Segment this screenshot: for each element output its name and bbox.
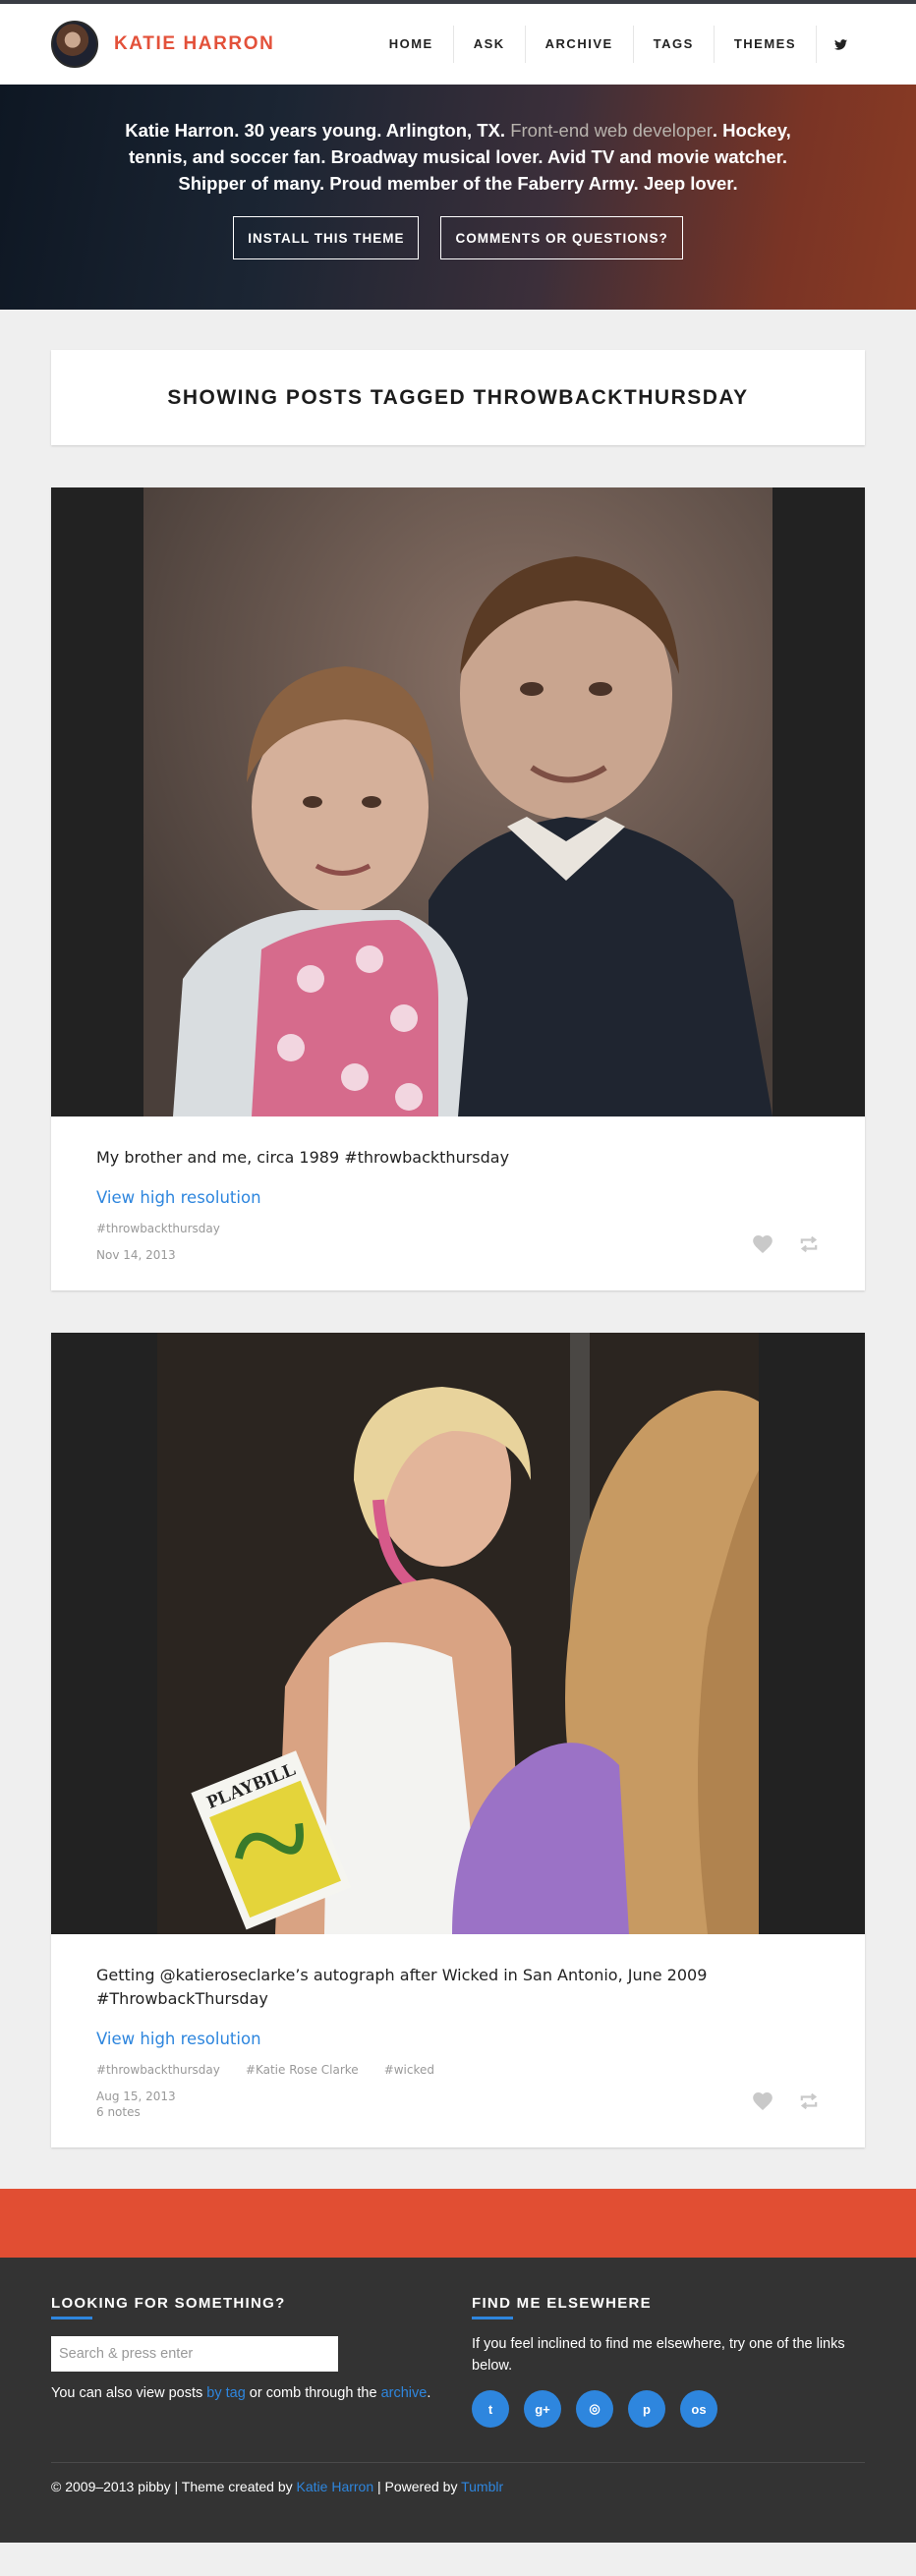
tumblr-link[interactable]: Tumblr: [461, 2479, 503, 2494]
reblog-icon: [800, 2092, 818, 2110]
nav-archive[interactable]: ARCHIVE: [524, 26, 633, 63]
tag-header-card: SHOWING POSTS TAGGED THROWBACKTHURSDAY: [51, 350, 865, 445]
nav-home[interactable]: HOME: [370, 26, 453, 63]
twitter-icon[interactable]: t: [472, 2390, 509, 2428]
search-text-1: You can also view posts: [51, 2385, 207, 2401]
footer-divider: [51, 2462, 865, 2463]
nav-ask[interactable]: ASK: [452, 26, 525, 63]
google-plus-icon[interactable]: g+: [524, 2390, 561, 2428]
page-title: SHOWING POSTS TAGGED THROWBACKTHURSDAY: [167, 385, 749, 409]
theme-author-link[interactable]: Katie Harron: [297, 2479, 374, 2494]
comments-button[interactable]: COMMENTS OR QUESTIONS?: [440, 216, 683, 259]
post-date[interactable]: Aug 15, 2013: [96, 2089, 176, 2103]
main-nav: HOME ASK ARCHIVE TAGS THEMES: [370, 4, 865, 85]
hero-banner: Katie Harron. 30 years young. Arlington,…: [0, 85, 916, 310]
post-1: My brother and me, circa 1989 #throwback…: [51, 487, 865, 1290]
site-footer: LOOKING FOR SOMETHING? You can also view…: [0, 2258, 916, 2543]
heading-underline: [472, 2317, 513, 2319]
brand[interactable]: KATIE HARRON: [51, 21, 274, 68]
elsewhere-text: If you feel inclined to find me elsewher…: [472, 2336, 845, 2374]
reblog-button[interactable]: [798, 2092, 820, 2114]
instagram-icon[interactable]: ◎: [576, 2390, 613, 2428]
post-caption: My brother and me, circa 1989 #throwback…: [96, 1148, 510, 1167]
photo-image[interactable]: PLAYBILL: [157, 1333, 759, 1934]
heading-underline: [51, 2317, 92, 2319]
post-2: PLAYBILL Getting @katieroseclarke’s auto…: [51, 1333, 865, 2147]
photo-illustration: PLAYBILL: [157, 1333, 759, 1934]
copyright: © 2009–2013 pibby | Theme created by Kat…: [51, 2479, 865, 2494]
bio-text: Katie Harron. 30 years young. Arlington,…: [114, 117, 802, 197]
post-body: Getting @katieroseclarke’s autograph aft…: [51, 1934, 865, 2147]
bio-link[interactable]: Front-end web developer: [510, 120, 713, 141]
post-photo[interactable]: PLAYBILL: [51, 1333, 865, 1934]
reblog-icon: [800, 1235, 818, 1253]
post-meta: Aug 15, 2013 6 notes: [96, 2089, 820, 2120]
avatar[interactable]: [51, 21, 98, 68]
elsewhere-heading: FIND ME ELSEWHERE: [472, 2295, 652, 2312]
post-notes[interactable]: 6 notes: [96, 2105, 141, 2119]
tag-link[interactable]: #Katie Rose Clarke: [246, 2063, 359, 2077]
search-column: LOOKING FOR SOMETHING? You can also view…: [51, 2293, 472, 2428]
post-date[interactable]: Nov 14, 2013: [96, 1248, 176, 1262]
post-meta: Nov 14, 2013: [96, 1247, 820, 1263]
search-heading: LOOKING FOR SOMETHING?: [51, 2295, 286, 2312]
main-content: SHOWING POSTS TAGGED THROWBACKTHURSDAY M…: [51, 310, 865, 2147]
post-photo[interactable]: [51, 487, 865, 1116]
hero-buttons: INSTALL THIS THEME COMMENTS OR QUESTIONS…: [0, 216, 916, 259]
heart-icon: [753, 2092, 773, 2110]
nav-tags[interactable]: TAGS: [632, 26, 714, 63]
reblog-button[interactable]: [798, 1235, 820, 1257]
install-theme-button[interactable]: INSTALL THIS THEME: [233, 216, 420, 259]
like-button[interactable]: [753, 2092, 773, 2114]
search-text-2: or comb through the: [245, 2385, 381, 2401]
post-caption: Getting @katieroseclarke’s autograph aft…: [96, 1966, 708, 2008]
tag-link[interactable]: #wicked: [384, 2063, 434, 2077]
site-title[interactable]: KATIE HARRON: [114, 33, 274, 55]
search-text-3: .: [427, 2385, 431, 2401]
heart-icon: [753, 1235, 773, 1253]
twitter-icon: [834, 38, 847, 50]
post-actions: [753, 1235, 820, 1257]
nav-themes[interactable]: THEMES: [713, 26, 816, 63]
post-actions: [753, 2092, 820, 2114]
like-button[interactable]: [753, 1235, 773, 1257]
site-header: KATIE HARRON HOME ASK ARCHIVE TAGS THEME…: [0, 4, 916, 85]
post-body: My brother and me, circa 1989 #throwback…: [51, 1116, 865, 1290]
post-tags: #throwbackthursday #Katie Rose Clarke #w…: [96, 2063, 820, 2077]
archive-link[interactable]: archive: [381, 2385, 428, 2401]
photo-image[interactable]: [143, 487, 773, 1116]
footer-columns: LOOKING FOR SOMETHING? You can also view…: [51, 2293, 865, 2428]
pinterest-icon[interactable]: p: [628, 2390, 665, 2428]
elsewhere-column: FIND ME ELSEWHERE If you feel inclined t…: [472, 2293, 865, 2428]
nav-twitter[interactable]: [816, 26, 865, 63]
view-high-resolution-link[interactable]: View high resolution: [96, 1188, 261, 1207]
social-links: t g+ ◎ p os: [472, 2390, 865, 2428]
copyright-text-2: | Powered by: [373, 2479, 462, 2494]
by-tag-link[interactable]: by tag: [206, 2385, 246, 2401]
copyright-text-1: © 2009–2013 pibby | Theme created by: [51, 2479, 297, 2494]
view-high-resolution-link[interactable]: View high resolution: [96, 2030, 261, 2048]
footer-accent-band: [0, 2189, 916, 2258]
bio-part1: Katie Harron. 30 years young. Arlington,…: [125, 120, 511, 141]
lastfm-icon[interactable]: os: [680, 2390, 717, 2428]
search-help-text: You can also view posts by tag or comb t…: [51, 2382, 472, 2404]
post-tags: #throwbackthursday: [96, 1222, 820, 1235]
search-input[interactable]: [51, 2336, 338, 2372]
tag-link[interactable]: #throwbackthursday: [96, 2063, 220, 2077]
photo-illustration: [143, 487, 773, 1116]
tag-link[interactable]: #throwbackthursday: [96, 1222, 220, 1235]
